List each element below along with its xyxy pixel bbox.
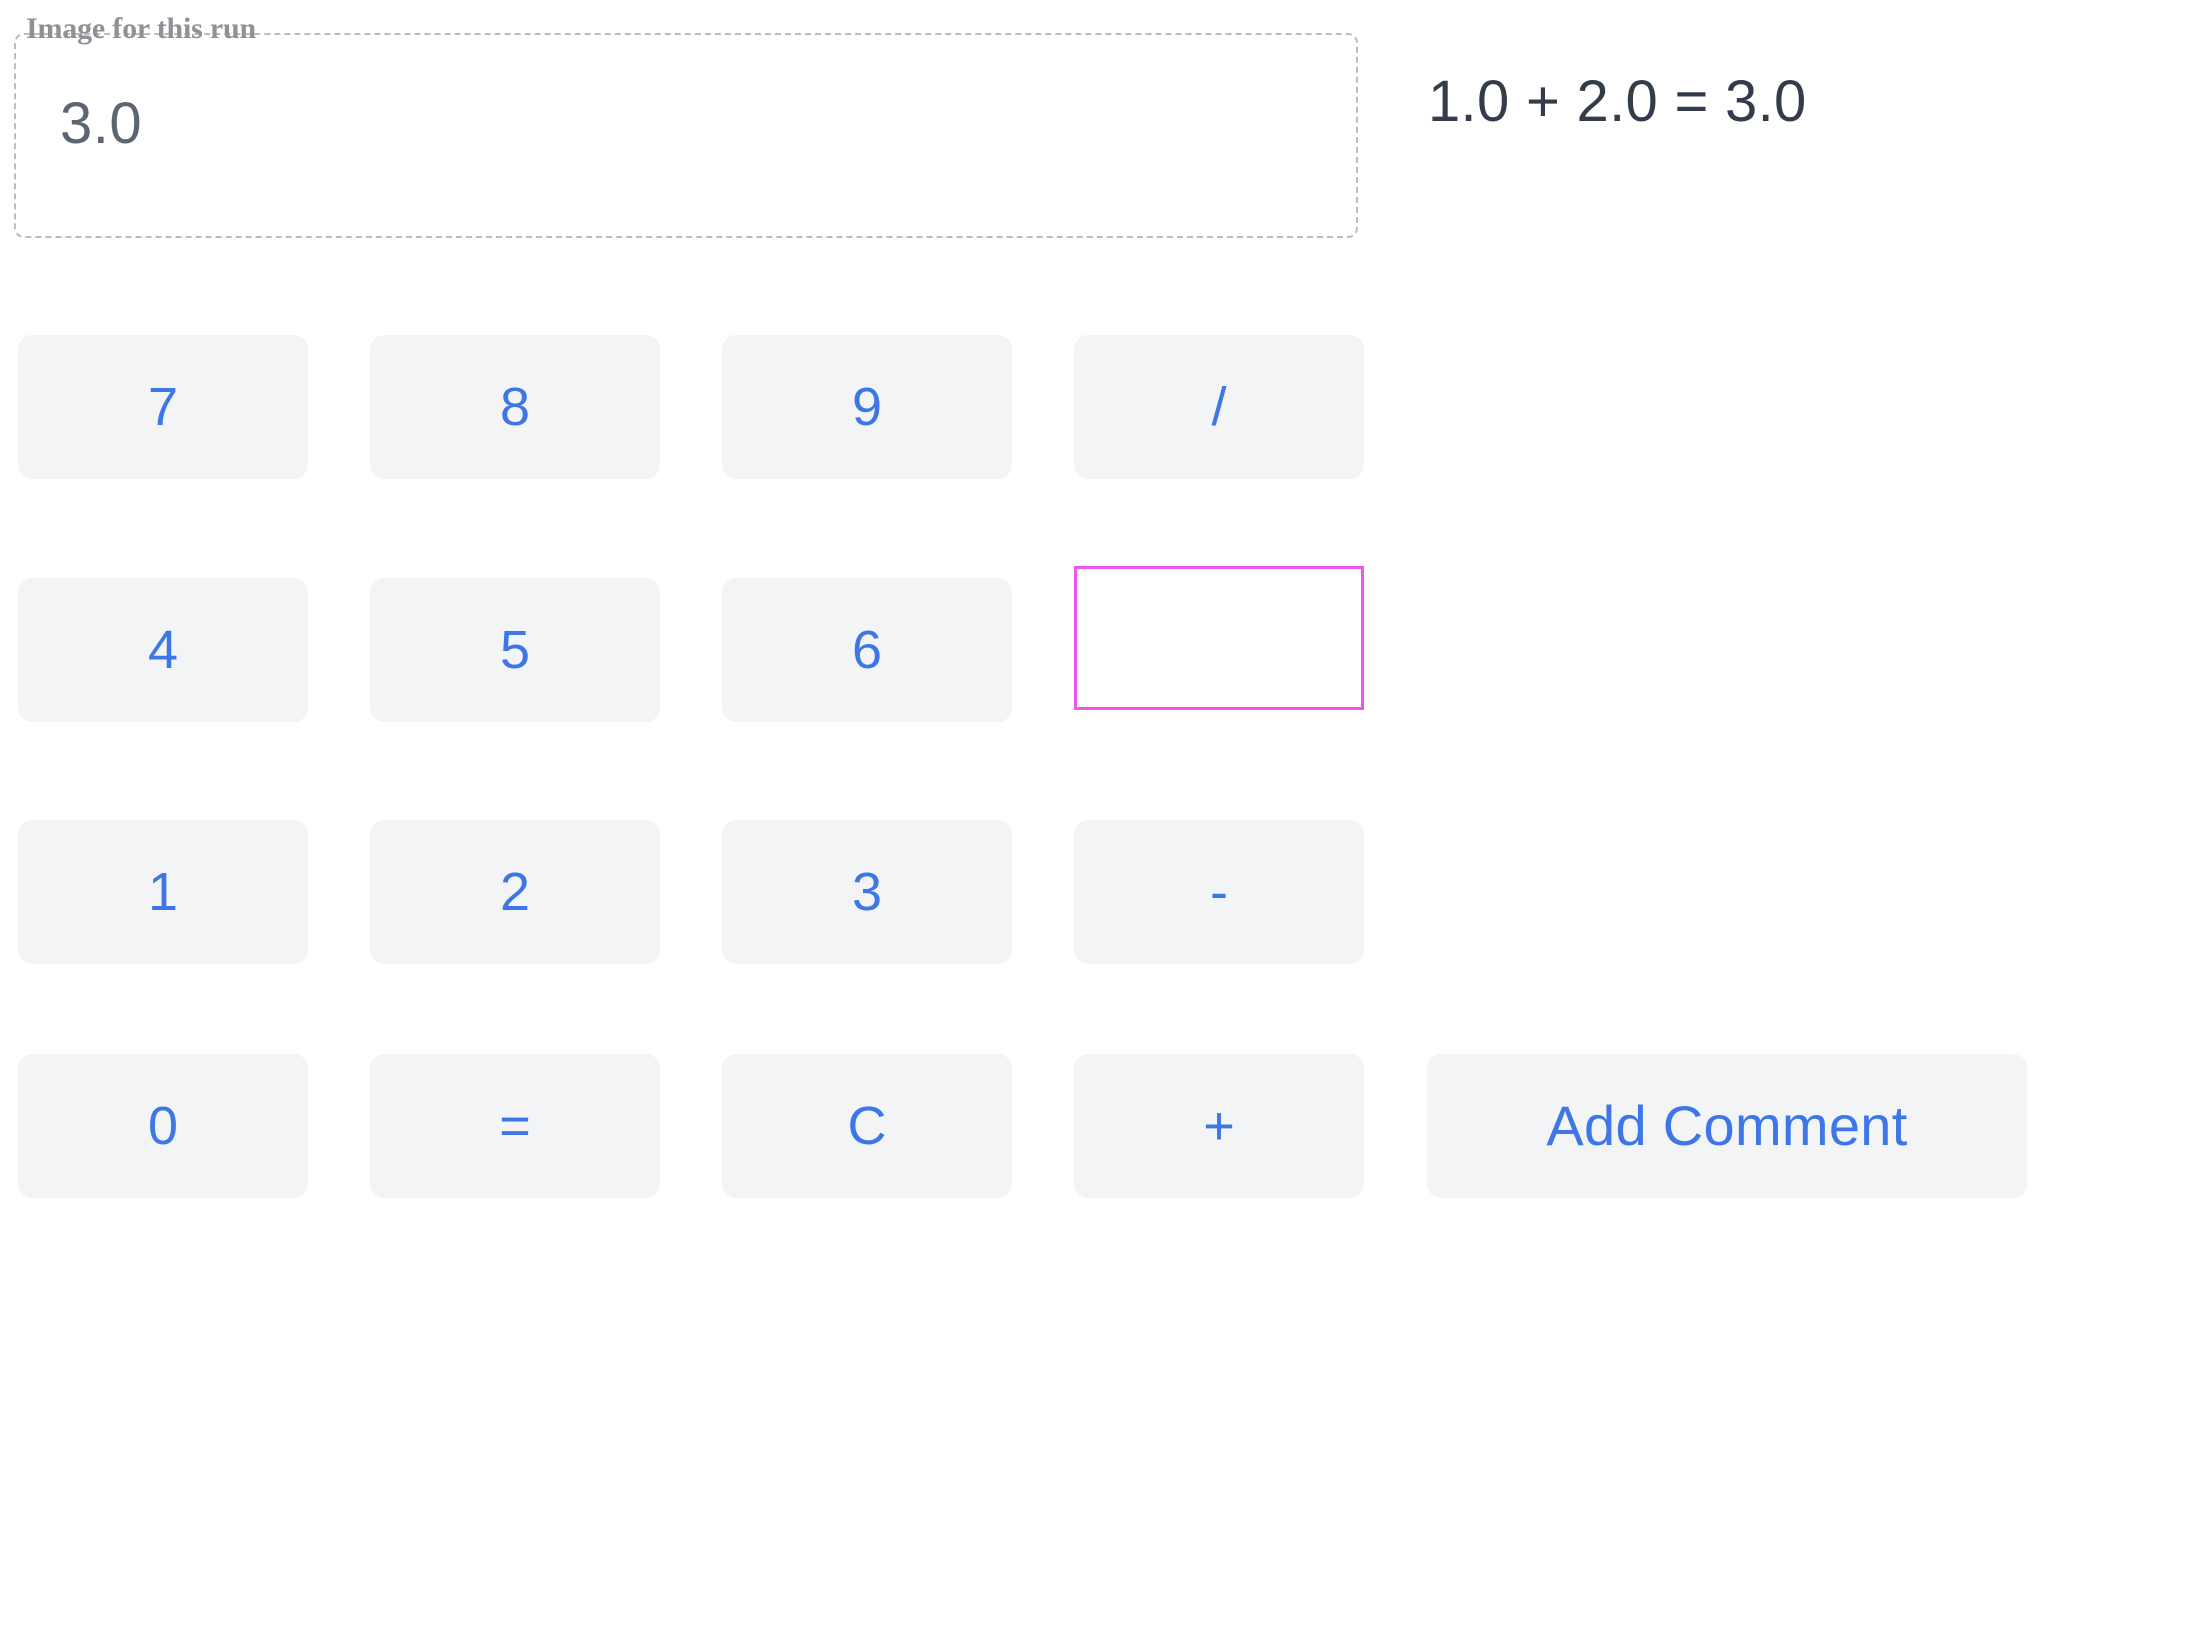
key-equals[interactable]: =: [370, 1054, 660, 1198]
key-multiply[interactable]: [1074, 566, 1364, 710]
key-plus[interactable]: +: [1074, 1054, 1364, 1198]
image-for-this-run-panel: Image for this run 3.0: [14, 14, 1358, 238]
image-for-this-run-legend: Image for this run: [26, 12, 257, 45]
calculator-keypad: 7 8 9 / 4 5 6 1 2 3- 0 = C + Add Comment: [0, 0, 2192, 1640]
add-comment-button[interactable]: Add Comment: [1427, 1054, 2027, 1198]
key-0[interactable]: 0: [18, 1054, 308, 1198]
calculator-display-value: 3.0: [60, 91, 143, 156]
key-6[interactable]: 6: [722, 578, 1012, 722]
key-1[interactable]: 1: [18, 820, 308, 964]
key-5[interactable]: 5: [370, 578, 660, 722]
equation-readout: 1.0 + 2.0 = 3.0: [1428, 69, 1807, 134]
key-clear[interactable]: C: [722, 1054, 1012, 1198]
key-9[interactable]: 9: [722, 335, 1012, 479]
key-2[interactable]: 2: [370, 820, 660, 964]
key-7[interactable]: 7: [18, 335, 308, 479]
key-minus[interactable]: -: [1074, 820, 1364, 964]
key-3[interactable]: 3: [722, 820, 1012, 964]
key-divide[interactable]: /: [1074, 335, 1364, 479]
key-4[interactable]: 4: [18, 578, 308, 722]
key-8[interactable]: 8: [370, 335, 660, 479]
